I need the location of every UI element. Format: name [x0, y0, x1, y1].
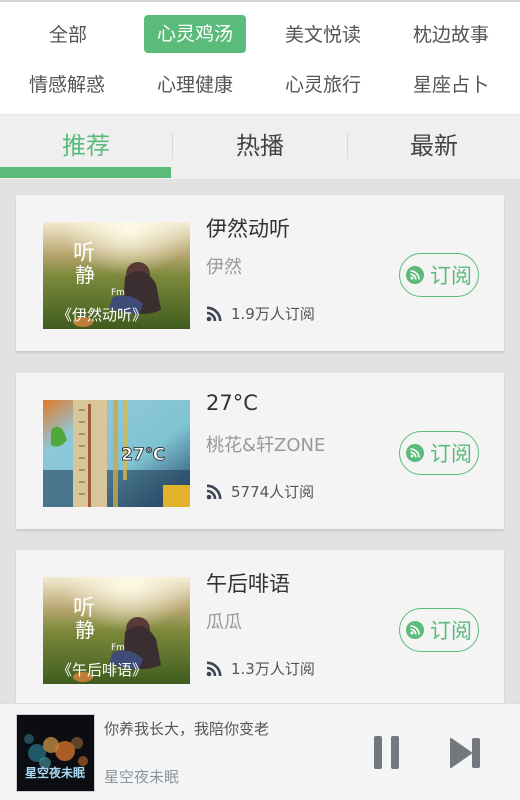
category-grid: 全部 心灵鸡汤 美文悦读 枕边故事 情感解惑 心理健康 心灵旅行 星座占卜	[0, 0, 520, 114]
tab-recommended[interactable]: 推荐	[0, 115, 172, 173]
subscribe-button[interactable]: 订阅	[399, 253, 479, 297]
subscribe-button[interactable]: 订阅	[399, 431, 479, 475]
fm-cover-girl-field-icon: 听 静 Fm 《午后啡语》	[43, 577, 190, 684]
category-chicken-soup[interactable]: 心灵鸡汤	[144, 15, 246, 53]
channel-title: 伊然动听	[206, 217, 290, 241]
channel-author: 瓜瓜	[206, 612, 242, 633]
channel-title: 午后啡语	[206, 572, 290, 596]
rss-icon	[206, 306, 222, 321]
channel-thumbnail: 听 静 Fm 《伊然动听》	[43, 222, 190, 329]
svg-text:静: 静	[75, 618, 95, 642]
tab-hot[interactable]: 热播	[173, 115, 347, 173]
thermometer-cover-icon: 27℃	[43, 400, 190, 507]
tab-latest[interactable]: 最新	[348, 115, 520, 173]
pause-icon	[374, 736, 399, 769]
category-emotions[interactable]: 情感解惑	[16, 66, 118, 104]
tab-indicator	[0, 167, 171, 178]
rss-circle-icon	[406, 621, 424, 639]
channel-author: 伊然	[206, 257, 242, 278]
category-mental-health[interactable]: 心理健康	[144, 66, 246, 104]
subscriber-count: 5774人订阅	[206, 481, 314, 502]
subscribe-label: 订阅	[430, 264, 472, 288]
svg-text:星空夜未眠: 星空夜未眠	[25, 765, 85, 780]
subscribe-button[interactable]: 订阅	[399, 608, 479, 652]
channel-card[interactable]: 听 静 Fm 《伊然动听》 伊然动听 伊然 1.9万人订阅 订阅	[16, 195, 504, 351]
rss-circle-icon	[406, 266, 424, 284]
player-cover[interactable]: 星空夜未眠	[16, 714, 95, 792]
subscriber-count-text: 1.9万人订阅	[231, 305, 315, 323]
skip-next-icon	[450, 738, 480, 768]
rss-icon	[206, 661, 222, 676]
category-essays[interactable]: 美文悦读	[272, 16, 374, 54]
subscribe-label: 订阅	[430, 442, 472, 466]
starry-night-cover-icon: 星空夜未眠	[17, 715, 94, 791]
subscriber-count: 1.3万人订阅	[206, 658, 315, 679]
category-bedtime-stories[interactable]: 枕边故事	[400, 16, 502, 54]
svg-text:Fm: Fm	[111, 643, 125, 653]
svg-text:《午后啡语》: 《午后啡语》	[57, 661, 147, 679]
channel-author: 桃花&轩ZONE	[206, 435, 326, 456]
channel-thumbnail: 27℃	[43, 400, 190, 507]
category-soul-travel[interactable]: 心灵旅行	[272, 66, 374, 104]
fm-cover-girl-field-icon: 听 静 Fm 《伊然动听》	[43, 222, 190, 329]
channel-card[interactable]: 听 静 Fm 《午后啡语》 午后啡语 瓜瓜 1.3万人订阅 订阅	[16, 550, 504, 704]
svg-text:Fm: Fm	[111, 288, 125, 298]
channel-title: 27°C	[206, 391, 258, 415]
pause-button[interactable]	[372, 735, 402, 771]
mini-player[interactable]: 星空夜未眠 你养我长大，我陪你变老 星空夜未眠	[0, 703, 520, 800]
tab-bar: 推荐 热播 最新	[0, 114, 520, 179]
subscriber-count-text: 1.3万人订阅	[231, 660, 315, 678]
rss-circle-icon	[406, 444, 424, 462]
svg-text:静: 静	[75, 263, 95, 287]
subscriber-count-text: 5774人订阅	[231, 483, 315, 501]
next-button[interactable]	[449, 737, 481, 769]
category-astrology[interactable]: 星座占卜	[400, 66, 502, 104]
category-all[interactable]: 全部	[18, 16, 118, 54]
subscribe-label: 订阅	[430, 619, 472, 643]
svg-text:《伊然动听》: 《伊然动听》	[57, 306, 147, 324]
player-track-title: 你养我长大，我陪你变老	[104, 720, 270, 738]
player-channel-name: 星空夜未眠	[104, 768, 180, 786]
rss-icon	[206, 484, 222, 499]
subscriber-count: 1.9万人订阅	[206, 303, 315, 324]
channel-card[interactable]: 27℃ 27°C 桃花&轩ZONE 5774人订阅 订阅	[16, 373, 504, 529]
channel-list[interactable]: 听 静 Fm 《伊然动听》 伊然动听 伊然 1.9万人订阅 订阅 27℃ 27°…	[0, 179, 520, 704]
channel-thumbnail: 听 静 Fm 《午后啡语》	[43, 577, 190, 684]
svg-text:27℃: 27℃	[121, 445, 165, 465]
